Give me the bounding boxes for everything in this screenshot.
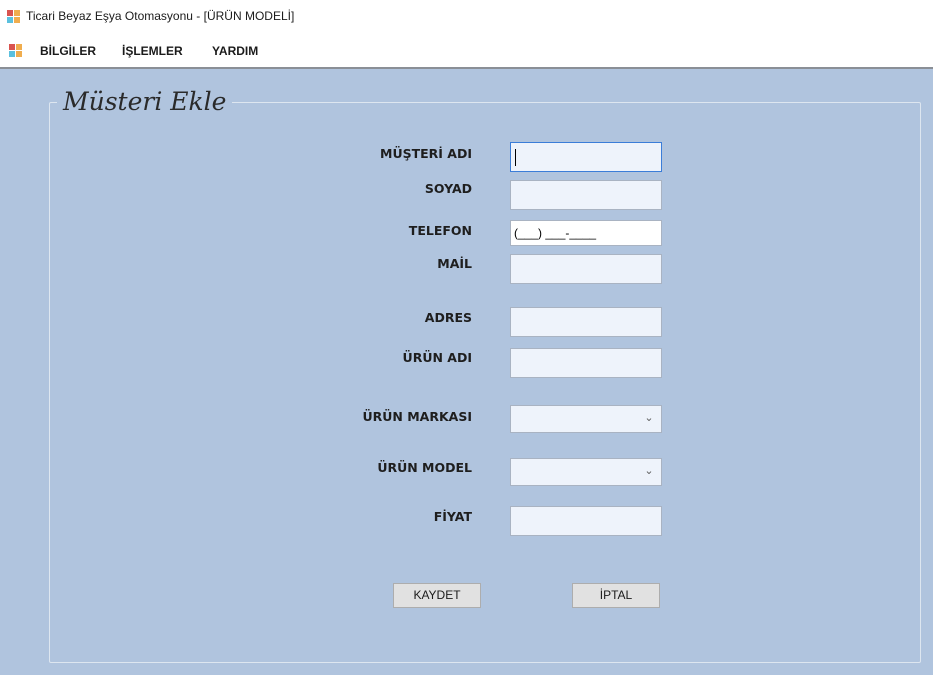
menu-item-yardim[interactable]: YARDIM: [212, 44, 258, 58]
menu-item-bilgiler[interactable]: BİLGİLER: [40, 44, 96, 58]
title-bar: Ticari Beyaz Eşya Otomasyonu - [ÜRÜN MOD…: [0, 0, 933, 34]
product-brand-combobox[interactable]: ⌄: [510, 405, 662, 433]
product-name-input[interactable]: [510, 348, 662, 378]
text-caret: [515, 149, 516, 166]
save-button[interactable]: KAYDET: [393, 583, 481, 608]
phone-mask-value: (___) ___-____: [514, 226, 597, 240]
mail-input[interactable]: [510, 254, 662, 284]
phone-masked-input[interactable]: (___) ___-____: [510, 220, 662, 246]
form-client-area: Müsteri Ekle MÜŞTERİ ADI SOYAD TELEFON M…: [0, 69, 933, 675]
chevron-down-icon[interactable]: ⌄: [643, 465, 655, 477]
app-window-icon: [7, 10, 21, 24]
surname-label: SOYAD: [424, 181, 472, 196]
product-model-combobox[interactable]: ⌄: [510, 458, 662, 486]
menu-bar: BİLGİLER İŞLEMLER YARDIM: [0, 34, 933, 69]
customer-name-input[interactable]: [510, 142, 662, 172]
phone-label: TELEFON: [408, 223, 472, 238]
address-input[interactable]: [510, 307, 662, 337]
surname-input[interactable]: [510, 180, 662, 210]
mail-label: MAİL: [437, 256, 472, 271]
mdi-child-icon[interactable]: [9, 44, 23, 58]
customer-name-label: MÜŞTERİ ADI: [380, 146, 472, 161]
window-title: Ticari Beyaz Eşya Otomasyonu - [ÜRÜN MOD…: [26, 9, 295, 23]
menu-item-islemler[interactable]: İŞLEMLER: [122, 44, 183, 58]
chevron-down-icon[interactable]: ⌄: [643, 412, 655, 424]
product-model-label: ÜRÜN MODEL: [377, 460, 472, 475]
address-label: ADRES: [424, 310, 472, 325]
product-name-label: ÜRÜN ADI: [402, 350, 472, 365]
cancel-button[interactable]: İPTAL: [572, 583, 660, 608]
price-input[interactable]: [510, 506, 662, 536]
price-label: FİYAT: [433, 509, 472, 524]
groupbox-title: Müsteri Ekle: [57, 87, 233, 116]
customer-groupbox: [49, 102, 921, 663]
product-brand-label: ÜRÜN MARKASI: [362, 409, 473, 424]
